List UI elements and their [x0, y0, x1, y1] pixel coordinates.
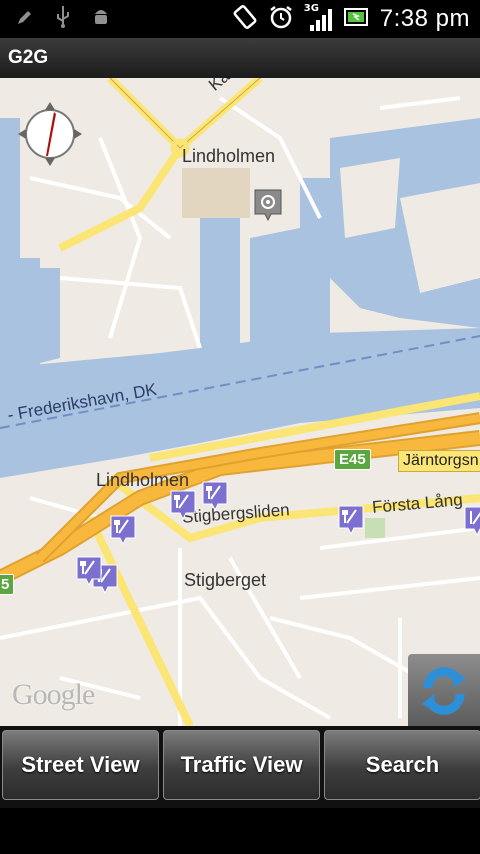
- battery-icon: [343, 6, 370, 32]
- restaurant-icon[interactable]: [202, 481, 228, 511]
- map-label-lindholmen-south: Lindholmen: [96, 470, 190, 490]
- map-label-stigberget: Stigberget: [184, 570, 267, 590]
- restaurant-icon[interactable]: [338, 505, 364, 535]
- highway-shield: E45: [334, 449, 371, 470]
- restaurant-icon[interactable]: [170, 490, 196, 520]
- pen-icon: [14, 6, 36, 28]
- search-button[interactable]: Search: [324, 730, 480, 800]
- rotation-icon: [232, 4, 258, 34]
- street-view-button[interactable]: Street View: [2, 730, 159, 800]
- title-bar: G2G: [0, 38, 480, 79]
- google-logo: Google: [12, 678, 95, 711]
- usb-icon: [52, 6, 74, 28]
- restaurant-icon[interactable]: [110, 515, 136, 545]
- app-title: G2G: [8, 47, 49, 68]
- restaurant-icon[interactable]: [76, 556, 102, 586]
- traffic-view-button[interactable]: Traffic View: [163, 730, 320, 800]
- map-view[interactable]: Lindholmen Lindholmen Stigberget - Frede…: [0, 78, 480, 726]
- restaurant-icon[interactable]: [464, 506, 480, 536]
- map-label-jarntorg: Järntorgsn: [398, 450, 480, 472]
- highway-shield-left: 5: [0, 574, 15, 595]
- refresh-icon: [422, 667, 466, 715]
- map-label-lindholmen-north: Lindholmen: [182, 146, 276, 166]
- clock: 7:38 pm: [379, 5, 470, 32]
- compass-icon[interactable]: [14, 98, 86, 170]
- android-debug-icon: [90, 6, 112, 28]
- status-bar: 3G 7:38 pm: [0, 0, 480, 38]
- location-pin-icon[interactable]: [253, 188, 283, 222]
- alarm-icon: [268, 4, 294, 34]
- bottom-toolbar: Street View Traffic View Search: [0, 726, 480, 808]
- bottom-area: [0, 808, 480, 854]
- refresh-button[interactable]: [408, 654, 480, 726]
- signal-icon: 3G: [304, 3, 334, 33]
